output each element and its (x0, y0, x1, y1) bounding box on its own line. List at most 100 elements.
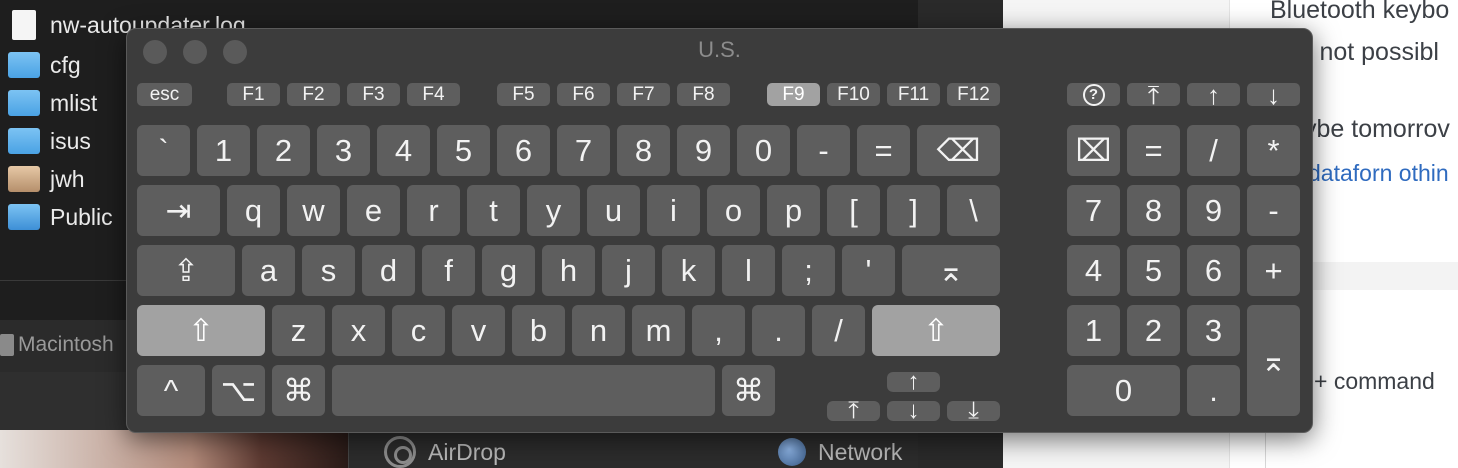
key-4[interactable]: 4 (377, 125, 430, 176)
key-6[interactable]: 6 (497, 125, 550, 176)
key-numpad-7[interactable]: 7 (1067, 185, 1120, 236)
key-f8[interactable]: F8 (677, 83, 730, 106)
key-numpad-4[interactable]: 4 (1067, 245, 1120, 296)
key-left-command[interactable]: ⌘ (272, 365, 325, 416)
sidebar-item-network[interactable]: Network (778, 436, 902, 468)
key-comma[interactable]: , (692, 305, 745, 356)
key-backtick[interactable]: ` (137, 125, 190, 176)
key-f3[interactable]: F3 (347, 83, 400, 106)
key-numpad-3[interactable]: 3 (1187, 305, 1240, 356)
key-numpad-equals[interactable]: = (1127, 125, 1180, 176)
key-end[interactable]: ⤓ (947, 399, 1000, 423)
key-help[interactable]: ? (1067, 83, 1120, 106)
key-f12[interactable]: F12 (947, 83, 1000, 106)
key-n[interactable]: n (572, 305, 625, 356)
key-5[interactable]: 5 (437, 125, 490, 176)
key-delete[interactable]: ⌫ (917, 125, 1000, 176)
key-q[interactable]: q (227, 185, 280, 236)
key-f2[interactable]: F2 (287, 83, 340, 106)
key-numpad-multiply[interactable]: * (1247, 125, 1300, 176)
key-i[interactable]: i (647, 185, 700, 236)
key-f1[interactable]: F1 (227, 83, 280, 106)
key-clear[interactable]: ⌧ (1067, 125, 1120, 176)
key-control[interactable]: ^ (137, 365, 205, 416)
key-f5[interactable]: F5 (497, 83, 550, 106)
key-r[interactable]: r (407, 185, 460, 236)
key-w[interactable]: w (287, 185, 340, 236)
key-down-arrow[interactable]: ↓ (1247, 82, 1300, 108)
key-l[interactable]: l (722, 245, 775, 296)
key-right-command[interactable]: ⌘ (722, 365, 775, 416)
key-u[interactable]: u (587, 185, 640, 236)
key-arrow-up[interactable]: ↑ (887, 370, 940, 394)
key-esc[interactable]: esc (137, 83, 192, 106)
key-numpad-0[interactable]: 0 (1067, 365, 1180, 416)
page-link[interactable]: dataforn othin (1308, 160, 1449, 187)
key-8[interactable]: 8 (617, 125, 670, 176)
key-numpad-enter[interactable]: ⌅ (1247, 305, 1300, 416)
sidebar-item-macintosh[interactable]: Macintosh (0, 328, 114, 362)
key-2[interactable]: 2 (257, 125, 310, 176)
key-equals[interactable]: = (857, 125, 910, 176)
key-0[interactable]: 0 (737, 125, 790, 176)
sidebar-item-airdrop[interactable]: AirDrop (384, 436, 506, 468)
key-p[interactable]: p (767, 185, 820, 236)
key-s[interactable]: s (302, 245, 355, 296)
key-x[interactable]: x (332, 305, 385, 356)
key-7[interactable]: 7 (557, 125, 610, 176)
key-f11[interactable]: F11 (887, 83, 940, 106)
key-f[interactable]: f (422, 245, 475, 296)
key-right-bracket[interactable]: ] (887, 185, 940, 236)
key-h[interactable]: h (542, 245, 595, 296)
key-return[interactable]: ⌅ (902, 245, 1000, 296)
key-g[interactable]: g (482, 245, 535, 296)
key-v[interactable]: v (452, 305, 505, 356)
key-3[interactable]: 3 (317, 125, 370, 176)
key-tab[interactable]: ⇥ (137, 185, 220, 236)
folder-item[interactable]: Public (8, 200, 113, 234)
key-slash[interactable]: / (812, 305, 865, 356)
key-m[interactable]: m (632, 305, 685, 356)
key-d[interactable]: d (362, 245, 415, 296)
key-numpad-5[interactable]: 5 (1127, 245, 1180, 296)
key-home[interactable]: ⤒ (827, 399, 880, 423)
key-f7[interactable]: F7 (617, 83, 670, 106)
key-9[interactable]: 9 (677, 125, 730, 176)
key-numpad-8[interactable]: 8 (1127, 185, 1180, 236)
key-numpad-9[interactable]: 9 (1187, 185, 1240, 236)
key-numpad-minus[interactable]: - (1247, 185, 1300, 236)
key-b[interactable]: b (512, 305, 565, 356)
key-j[interactable]: j (602, 245, 655, 296)
key-z[interactable]: z (272, 305, 325, 356)
key-space[interactable] (332, 365, 715, 416)
key-numpad-1[interactable]: 1 (1067, 305, 1120, 356)
key-period[interactable]: . (752, 305, 805, 356)
key-1[interactable]: 1 (197, 125, 250, 176)
key-backslash[interactable]: \ (947, 185, 1000, 236)
folder-item[interactable]: isus (8, 124, 91, 158)
folder-item[interactable]: mlist (8, 86, 97, 120)
key-right-shift[interactable]: ⇧ (872, 305, 1000, 356)
folder-item[interactable]: cfg (8, 48, 81, 82)
key-numpad-6[interactable]: 6 (1187, 245, 1240, 296)
key-left-shift[interactable]: ⇧ (137, 305, 265, 356)
key-left-bracket[interactable]: [ (827, 185, 880, 236)
key-numpad-decimal[interactable]: . (1187, 365, 1240, 416)
key-page-up[interactable]: ⤒ (1127, 82, 1180, 108)
key-up-arrow[interactable]: ↑ (1187, 82, 1240, 108)
key-f9[interactable]: F9 (767, 83, 820, 106)
key-caps-lock[interactable]: ⇪ (137, 245, 235, 296)
key-numpad-2[interactable]: 2 (1127, 305, 1180, 356)
key-minus[interactable]: - (797, 125, 850, 176)
key-k[interactable]: k (662, 245, 715, 296)
key-a[interactable]: a (242, 245, 295, 296)
key-o[interactable]: o (707, 185, 760, 236)
key-option[interactable]: ⌥ (212, 365, 265, 416)
key-numpad-plus[interactable]: + (1247, 245, 1300, 296)
folder-item[interactable]: jwh (8, 162, 85, 196)
key-quote[interactable]: ' (842, 245, 895, 296)
key-f6[interactable]: F6 (557, 83, 610, 106)
key-f4[interactable]: F4 (407, 83, 460, 106)
key-numpad-divide[interactable]: / (1187, 125, 1240, 176)
key-semicolon[interactable]: ; (782, 245, 835, 296)
